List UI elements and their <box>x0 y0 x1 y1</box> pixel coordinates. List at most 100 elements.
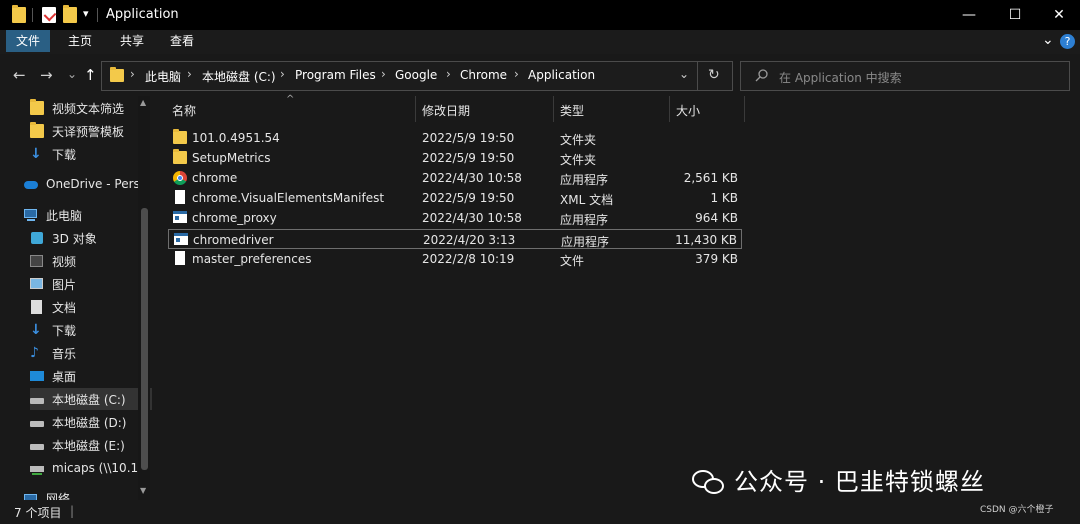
breadcrumb-local-disk-c[interactable]: 本地磁盘 (C:) <box>202 68 276 85</box>
breadcrumb-this-pc[interactable]: 此电脑 <box>145 68 181 85</box>
refresh-button[interactable]: ↻ <box>708 67 720 83</box>
column-divider[interactable] <box>669 96 670 122</box>
column-divider[interactable] <box>415 96 416 122</box>
column-header-date[interactable]: 修改日期 <box>422 102 470 119</box>
sidebar-item-onedrive[interactable]: OneDrive - Perso <box>24 173 149 195</box>
file-row[interactable]: chrome.VisualElementsManifest 2022/5/9 1… <box>168 188 742 208</box>
app-icon <box>173 211 187 224</box>
new-folder-icon[interactable] <box>63 5 77 23</box>
sidebar-item-documents[interactable]: 文档 <box>30 296 152 318</box>
recent-locations-button[interactable]: ⌄ <box>67 67 77 81</box>
column-header-name[interactable]: 名称 <box>172 102 196 119</box>
download-icon: ↓ <box>30 322 42 338</box>
close-button[interactable]: ✕ <box>1036 0 1080 30</box>
search-icon <box>755 69 768 82</box>
column-header-type[interactable]: 类型 <box>560 102 584 119</box>
sidebar-item-local-disk-e[interactable]: 本地磁盘 (E:) <box>30 434 152 456</box>
sidebar-item-music[interactable]: ♪ 音乐 <box>30 342 152 364</box>
sidebar-item-local-disk-c[interactable]: 本地磁盘 (C:) <box>30 388 152 410</box>
sidebar-item-this-pc[interactable]: 此电脑 <box>24 204 149 226</box>
file-row-focused[interactable]: chromedriver 2022/4/20 3:13 应用程序 11,430 … <box>168 229 742 249</box>
sidebar-item-label: 本地磁盘 (E:) <box>52 438 125 453</box>
folder-icon <box>12 5 26 23</box>
tab-home[interactable]: 主页 <box>58 30 102 52</box>
minimize-button[interactable]: — <box>946 0 992 30</box>
file-type: 文件夹 <box>560 153 597 167</box>
sidebar-item-video-filter[interactable]: 视频文本筛选 <box>30 97 152 119</box>
tab-view[interactable]: 查看 <box>160 30 204 52</box>
ribbon-collapse-icon[interactable]: ⌄ <box>1042 32 1054 48</box>
file-size: 964 KB <box>695 211 738 225</box>
properties-icon[interactable] <box>42 7 57 23</box>
file-name: master_preferences <box>192 252 312 266</box>
tab-share[interactable]: 共享 <box>110 30 154 52</box>
sidebar-item-label: micaps (\\10.10 <box>52 461 146 475</box>
file-name: chrome.VisualElementsManifest <box>192 191 385 205</box>
wechat-icon <box>692 470 726 496</box>
file-row[interactable]: SetupMetrics 2022/5/9 19:50 文件夹 <box>168 148 742 168</box>
scroll-down-icon[interactable]: ▼ <box>140 486 146 495</box>
breadcrumb-application[interactable]: Application <box>528 68 595 82</box>
breadcrumb-chrome[interactable]: Chrome <box>460 68 507 82</box>
drive-icon <box>30 392 44 406</box>
divider <box>32 8 33 22</box>
file-type: 文件 <box>560 254 585 268</box>
maximize-button[interactable]: ☐ <box>992 0 1038 30</box>
breadcrumb-separator[interactable]: › <box>187 67 192 81</box>
breadcrumb-separator[interactable]: › <box>280 67 285 81</box>
quick-access-dropdown[interactable]: ▾ <box>83 7 89 20</box>
column-header-size[interactable]: 大小 <box>676 102 700 119</box>
sidebar-item-pictures[interactable]: 图片 <box>30 273 152 295</box>
up-button[interactable]: ↑ <box>84 66 97 84</box>
scrollbar-thumb[interactable] <box>141 208 148 470</box>
back-button[interactable]: ← <box>13 66 26 84</box>
sidebar-item-micaps[interactable]: micaps (\\10.10 <box>30 457 152 479</box>
sidebar-item-desktop[interactable]: 桌面 <box>30 365 152 387</box>
breadcrumb-separator[interactable]: › <box>514 67 519 81</box>
sidebar-item-label: 视频 <box>52 254 77 269</box>
sidebar-item-downloads[interactable]: ↓ 下载 <box>30 143 152 165</box>
sidebar-item-label: 下载 <box>52 323 77 338</box>
file-row[interactable]: chrome 2022/4/30 10:58 应用程序 2,561 KB <box>168 168 742 188</box>
document-icon <box>30 300 44 314</box>
drive-icon <box>30 415 44 429</box>
ribbon-tabs: 文件 主页 共享 查看 ⌄ ? <box>0 30 1080 54</box>
music-icon: ♪ <box>30 345 39 361</box>
sidebar-item-downloads-2[interactable]: ↓ 下载 <box>30 319 152 341</box>
title-bar: ▾ Application — ☐ ✕ <box>0 0 1080 30</box>
sidebar-item-network[interactable]: 网络 <box>24 487 149 500</box>
breadcrumb-google[interactable]: Google <box>395 68 437 82</box>
scroll-up-icon[interactable]: ▲ <box>140 98 146 107</box>
forward-button[interactable]: → <box>40 66 53 84</box>
file-row[interactable]: chrome_proxy 2022/4/30 10:58 应用程序 964 KB <box>168 208 742 228</box>
sidebar-item-videos[interactable]: 视频 <box>30 250 152 272</box>
file-row[interactable]: master_preferences 2022/2/8 10:19 文件 379… <box>168 249 742 269</box>
sidebar-item-local-disk-d[interactable]: 本地磁盘 (D:) <box>30 411 152 433</box>
sidebar-item-label: 3D 对象 <box>52 231 97 246</box>
column-divider[interactable] <box>744 96 745 122</box>
address-dropdown-button[interactable]: ⌄ <box>679 67 689 81</box>
item-count: 7 个项目 <box>14 506 62 520</box>
help-icon[interactable]: ? <box>1060 34 1075 49</box>
file-date: 2022/4/30 10:58 <box>422 171 522 185</box>
breadcrumb-program-files[interactable]: Program Files <box>295 68 376 82</box>
folder-icon <box>110 67 124 82</box>
sidebar-item-label: 本地磁盘 (C:) <box>52 392 126 407</box>
sidebar-item-3d-objects[interactable]: 3D 对象 <box>30 227 152 249</box>
breadcrumb-separator[interactable]: › <box>446 67 451 81</box>
address-bar[interactable]: › 此电脑 › 本地磁盘 (C:) › Program Files › Goog… <box>101 61 733 91</box>
file-row[interactable]: 101.0.4951.54 2022/5/9 19:50 文件夹 <box>168 128 742 148</box>
tab-file[interactable]: 文件 <box>6 30 51 52</box>
folder-icon <box>30 122 44 138</box>
breadcrumb-separator[interactable]: › <box>381 67 386 81</box>
breadcrumb-separator[interactable]: › <box>130 67 135 81</box>
sidebar-item-label: 音乐 <box>52 346 77 361</box>
search-input[interactable]: 在 Application 中搜索 <box>740 61 1070 91</box>
file-icon <box>173 190 187 204</box>
column-divider[interactable] <box>553 96 554 122</box>
sidebar-scrollbar[interactable]: ▲ ▼ <box>138 96 150 500</box>
sidebar-item-warning-templates[interactable]: 天译预警模板 <box>30 120 152 142</box>
file-name: chromedriver <box>193 233 274 247</box>
file-type: 应用程序 <box>560 213 609 227</box>
drive-icon <box>30 438 44 452</box>
